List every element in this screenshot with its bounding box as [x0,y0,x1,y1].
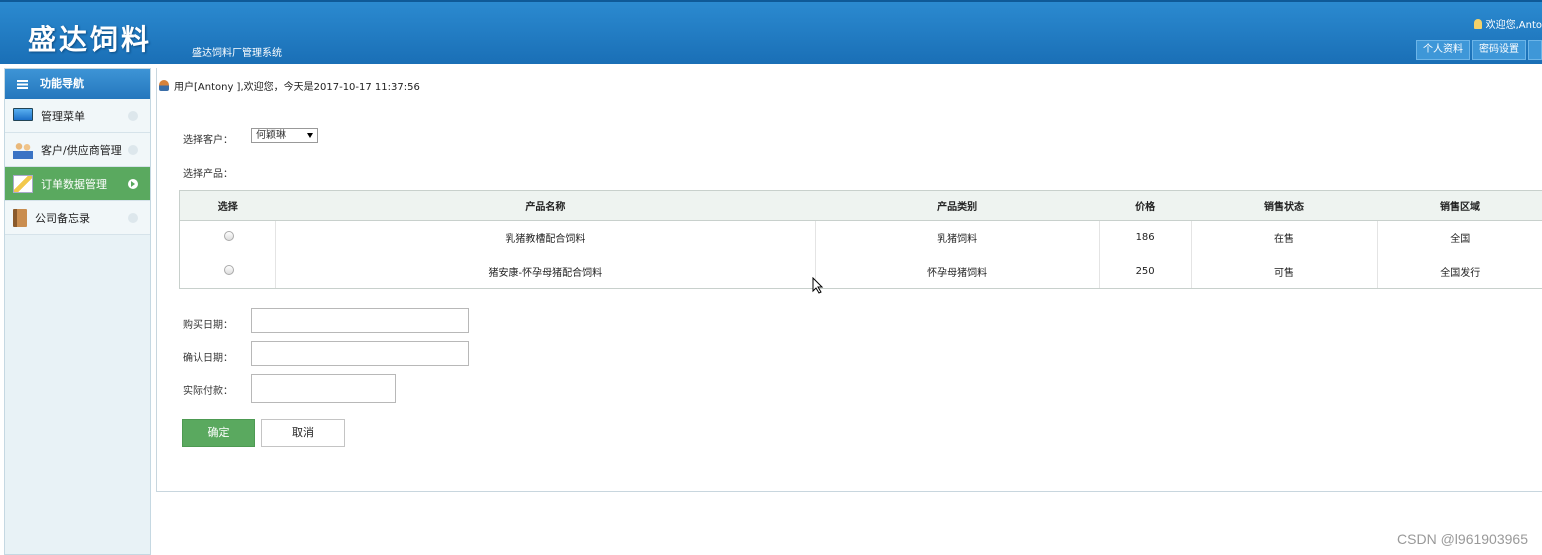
sidebar-item-label: 管理菜单 [41,109,85,123]
mouse-cursor-icon [812,277,824,294]
profile-link[interactable]: 个人资料 [1416,40,1470,60]
user-icon [1473,19,1482,29]
welcome-label: 欢迎您,Anto [1485,20,1542,31]
product-status-cell: 可售 [1191,254,1378,289]
sidebar-nav: 功能导航 管理菜单 客户/供应商管理 订单数据管理 公司备忘录 [4,68,151,555]
greeting-text: 用户[Antony ],欢迎您，今天是2017-10-17 11:37:56 [174,82,420,93]
column-header: 产品名称 [275,190,816,221]
chevron-right-icon [128,179,138,189]
product-label: 选择产品： [183,169,233,180]
table-row: 猪安康-怀孕母猪配合饲料 怀孕母猪饲料 250 可售 全国发行 [179,254,1542,289]
password-settings-link[interactable]: 密码设置 [1472,40,1526,60]
cancel-button[interactable]: 取消 [261,419,345,447]
sidebar-item-label: 客户/供应商管理 [41,143,122,157]
chevron-right-icon [128,145,138,155]
product-region-cell: 全国 [1450,234,1471,246]
watermark: CSDN @l961903965 [1397,531,1528,547]
chevron-right-icon [128,111,138,121]
sidebar-item-customer-supplier[interactable]: 客户/供应商管理 [5,133,150,167]
nav-title: 功能导航 [40,77,84,90]
book-icon [13,208,27,227]
welcome-text: 欢迎您,Anto [1473,16,1542,31]
app-subtitle: 盛达饲料厂管理系统 [192,48,282,59]
customer-select-value: 何颖琳 [256,130,286,141]
select-cell [179,220,276,255]
product-radio[interactable] [224,231,235,242]
nav-header: 功能导航 [5,69,150,99]
product-name-cell: 猪安康-怀孕母猪配合饲料 [275,254,816,289]
table-row: 乳猪教槽配合饲料 乳猪饲料 186 在售 全国 [179,220,1542,255]
payment-label: 实际付款： [183,386,233,397]
top-header: 盛达饲料 盛达饲料厂管理系统 欢迎您,Anto 个人资料 密码设置 [0,0,1542,64]
column-header: 选择 [179,190,276,221]
top-links: 个人资料 密码设置 [1416,40,1542,60]
chevron-down-icon [307,133,313,138]
product-category-cell: 乳猪饲料 [815,220,1100,255]
sidebar-item-admin-menu[interactable]: 管理菜单 [5,99,150,133]
product-region-cell: 全国发行 [1377,254,1542,289]
product-price-cell: 250 [1099,254,1192,289]
chevron-right-icon [128,213,138,223]
product-radio[interactable] [224,264,235,275]
confirm-date-label: 确认日期： [183,353,233,364]
column-header: 价格 [1099,190,1192,221]
customer-label: 选择客户： [183,135,233,146]
table-header-row: 选择 产品名称 产品类别 价格 销售状态 销售区域 [179,190,1542,221]
people-icon [13,140,33,159]
customer-select[interactable]: 何颖琳 [251,128,318,143]
edit-icon [13,174,33,193]
product-price-cell: 186 [1099,220,1192,255]
confirm-button[interactable]: 确定 [182,419,255,447]
product-name-cell: 乳猪教槽配合饲料 [275,220,816,255]
main-panel: 用户[Antony ],欢迎您，今天是2017-10-17 11:37:56 选… [156,68,1542,492]
confirm-date-input[interactable] [251,341,469,366]
purchase-date-input[interactable] [251,308,469,333]
payment-input[interactable] [251,374,396,403]
sidebar-item-label: 订单数据管理 [41,177,107,191]
product-table: 选择 产品名称 产品类别 价格 销售状态 销售区域 乳猪教槽配合饲料 乳猪饲料 … [179,190,1542,289]
select-cell [179,254,276,289]
greeting-bar: 用户[Antony ],欢迎您，今天是2017-10-17 11:37:56 [159,78,420,93]
column-header: 销售区域 [1377,190,1542,221]
sidebar-item-memo[interactable]: 公司备忘录 [5,201,150,235]
sidebar-item-label: 公司备忘录 [35,211,90,225]
purchase-date-label: 购买日期： [183,320,233,331]
column-header: 销售状态 [1191,190,1378,221]
person-icon [159,80,169,91]
product-status-cell: 在售 [1191,220,1378,255]
monitor-icon [13,108,33,121]
app-logo: 盛达饲料 [28,23,153,56]
more-link[interactable] [1528,40,1542,60]
product-category-cell: 怀孕母猪饲料 [815,254,1100,289]
sidebar-item-order-data[interactable]: 订单数据管理 [5,167,150,201]
list-icon [17,79,28,89]
column-header: 产品类别 [815,190,1100,221]
